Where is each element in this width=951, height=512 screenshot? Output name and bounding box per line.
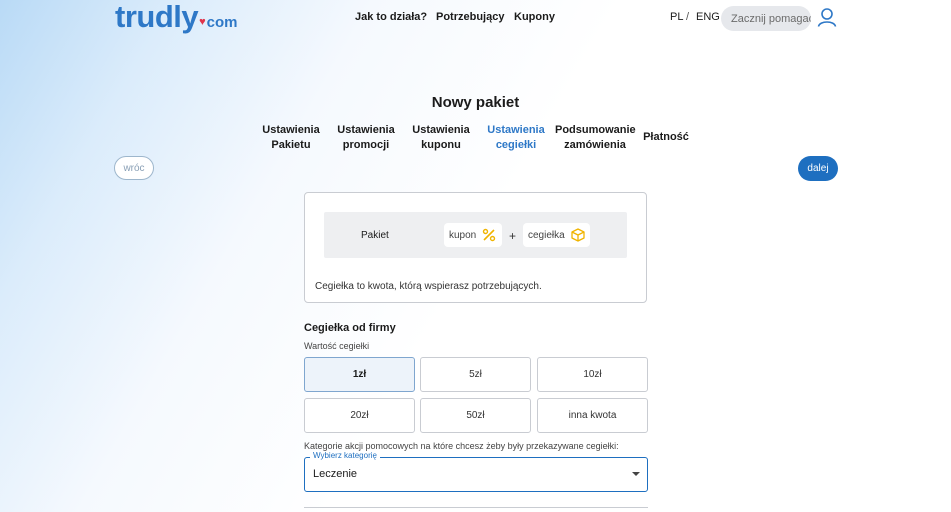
value-label: Wartość cegiełki — [304, 341, 370, 351]
lang-eng[interactable]: ENG — [696, 11, 720, 23]
logo-domain: com — [206, 14, 238, 31]
step-brick-settings[interactable]: Ustawienia cegiełki — [476, 123, 556, 153]
category-select-value: Leczenie — [313, 468, 358, 480]
brick-description: Cegiełka to kwota, którą wspierasz potrz… — [315, 281, 542, 292]
brick-chip-label: cegiełka — [528, 229, 565, 241]
box-icon — [571, 228, 585, 242]
coupon-chip-label: kupon — [449, 229, 477, 241]
next-button[interactable]: dalej — [798, 156, 838, 181]
back-button[interactable]: wróc — [114, 156, 154, 180]
step-promotion-settings[interactable]: Ustawienia promocji — [326, 123, 406, 153]
brick-chip: cegiełka — [523, 223, 590, 247]
step-package-settings[interactable]: Ustawienia Pakietu — [251, 123, 331, 153]
chevron-down-icon[interactable] — [632, 472, 640, 476]
percent-icon — [483, 228, 496, 242]
nav-coupons[interactable]: Kupony — [514, 11, 555, 23]
step-payment[interactable]: Płatność — [626, 130, 706, 145]
step-coupon-settings[interactable]: Ustawienia kuponu — [401, 123, 481, 153]
search-input[interactable] — [721, 6, 811, 31]
section-title: Cegiełka od firmy — [304, 322, 396, 334]
amount-option-10[interactable]: 10zł — [537, 357, 648, 392]
page-title: Nowy pakiet — [431, 94, 520, 111]
trudly-logo[interactable]: trudly ♥ com — [115, 0, 238, 34]
plus-sign: + — [509, 229, 517, 243]
coupon-chip: kupon — [444, 223, 502, 247]
divider — [304, 507, 648, 508]
nav-how-it-works[interactable]: Jak to działa? — [355, 11, 427, 23]
heart-icon: ♥ — [199, 16, 206, 28]
category-question: Kategorie akcji pomocowych na które chce… — [304, 441, 619, 451]
user-icon[interactable] — [817, 7, 837, 27]
amount-option-1[interactable]: 1zł — [304, 357, 415, 392]
category-select-legend: Wybierz kategorię — [310, 451, 380, 460]
nav-in-need[interactable]: Potrzebujący — [436, 11, 504, 23]
amount-option-20[interactable]: 20zł — [304, 398, 415, 433]
logo-text: trudly — [115, 0, 199, 34]
package-label: Pakiet — [361, 230, 389, 241]
lang-pl[interactable]: PL — [670, 11, 683, 23]
lang-separator: / — [686, 11, 690, 23]
amount-option-other[interactable]: inna kwota — [537, 398, 648, 433]
amount-option-50[interactable]: 50zł — [420, 398, 531, 433]
step-order-summary[interactable]: Podsumowanie zamówienia — [555, 123, 636, 153]
amount-option-5[interactable]: 5zł — [420, 357, 531, 392]
